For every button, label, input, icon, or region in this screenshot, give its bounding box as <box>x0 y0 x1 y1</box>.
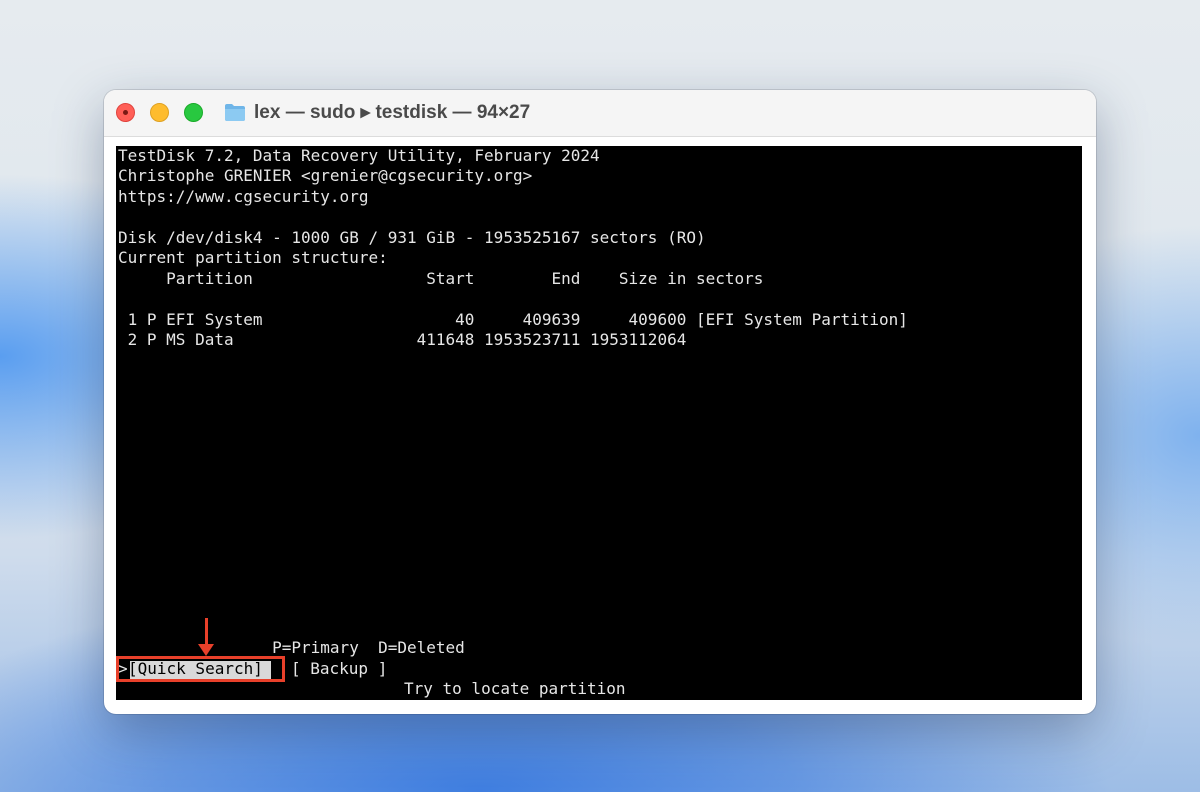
terminal-line: Current partition structure: <box>118 248 388 267</box>
partition-row: 2 P MS Data 411648 1953523711 1953112064 <box>118 330 687 349</box>
terminal-line: TestDisk 7.2, Data Recovery Utility, Feb… <box>118 146 600 165</box>
highlight-box <box>116 656 285 682</box>
terminal-window: lex — sudo ▸ testdisk — 94×27 TestDisk 7… <box>104 90 1096 714</box>
partition-legend: P=Primary D=Deleted <box>118 638 465 657</box>
backup-option[interactable]: [ Backup ] <box>291 659 387 679</box>
option-hint: Try to locate partition <box>404 679 626 698</box>
title-bar[interactable]: lex — sudo ▸ testdisk — 94×27 <box>104 90 1096 137</box>
terminal-line: https://www.cgsecurity.org <box>118 187 369 206</box>
annotation-arrow-icon <box>198 644 214 656</box>
close-button[interactable] <box>116 103 135 122</box>
terminal-line: Disk /dev/disk4 - 1000 GB / 931 GiB - 19… <box>118 228 706 247</box>
zoom-button[interactable] <box>184 103 203 122</box>
close-icon <box>123 110 128 115</box>
folder-icon <box>225 104 245 121</box>
window-title: lex — sudo ▸ testdisk — 94×27 <box>254 102 531 123</box>
partition-row: 1 P EFI System 40 409639 409600 [EFI Sys… <box>118 310 908 329</box>
partition-table-header: Partition Start End Size in sectors <box>118 269 764 288</box>
terminal-line: Christophe GRENIER <grenier@cgsecurity.o… <box>118 166 533 185</box>
minimize-button[interactable] <box>150 103 169 122</box>
terminal-screen[interactable]: TestDisk 7.2, Data Recovery Utility, Feb… <box>116 146 1082 700</box>
